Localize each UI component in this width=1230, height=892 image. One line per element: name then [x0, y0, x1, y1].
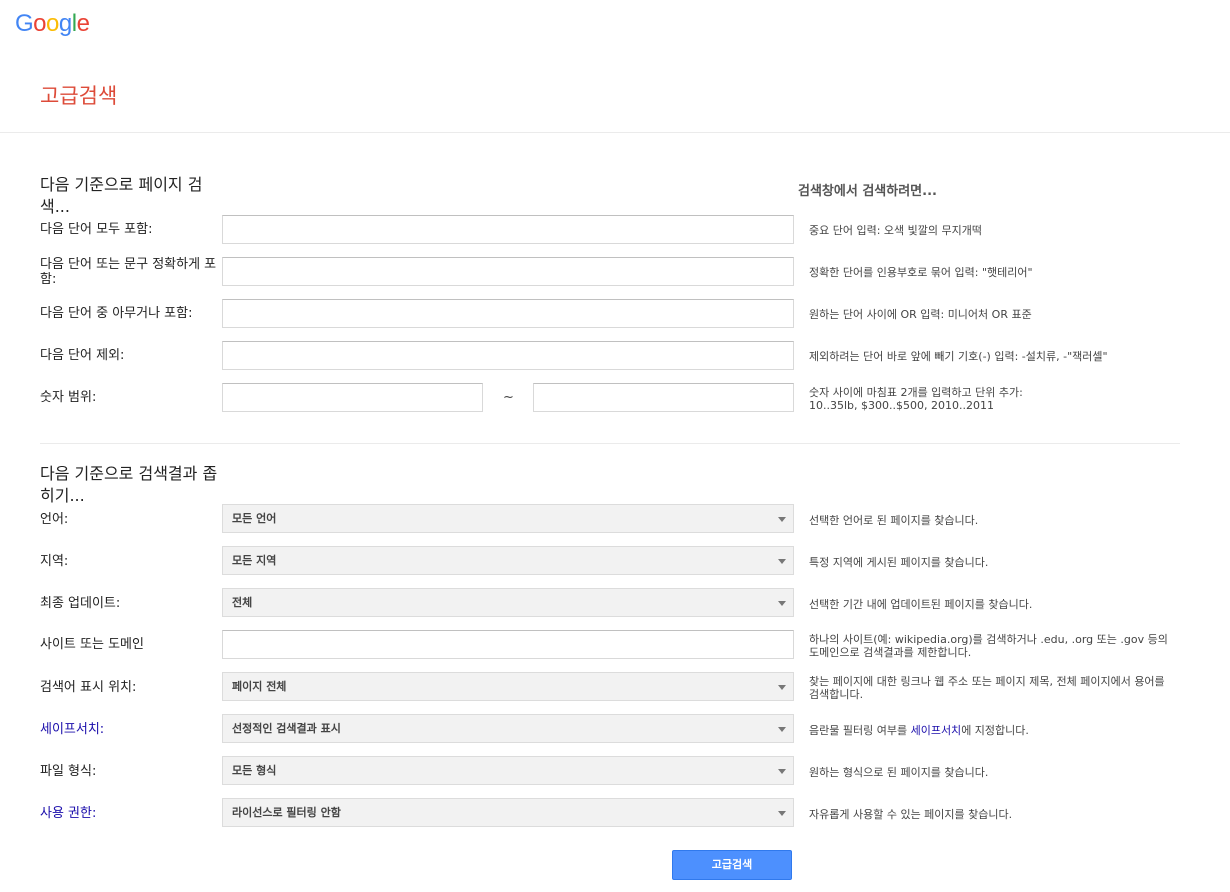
dropdown-arrow-icon: [778, 517, 786, 522]
page-title: 고급검색: [40, 84, 118, 108]
last-update-select-value: 전체: [232, 596, 253, 609]
hint-safesearch-text-end: 에 지정합니다.: [961, 724, 1029, 737]
language-select-value: 모든 언어: [232, 512, 277, 525]
hint-site-domain: 하나의 사이트(예: wikipedia.org)를 검색하거나 .edu, .…: [809, 633, 1168, 659]
usage-rights-select-value: 라이선스로 필터링 안함: [232, 806, 341, 819]
hint-number-range-line2: 10..35lb, $300..$500, 2010..2011: [809, 399, 994, 412]
side-header: 검색창에서 검색하려면...: [798, 184, 937, 199]
advanced-search-button[interactable]: 고급검색: [672, 850, 792, 880]
hint-file-type: 원하는 형식으로 된 페이지를 찾습니다.: [809, 766, 989, 779]
range-to-input[interactable]: [533, 383, 794, 412]
language-select[interactable]: 모든 언어: [222, 504, 794, 533]
hint-all-words: 중요 단어 입력: 오색 빛깔의 무지개떡: [809, 224, 982, 237]
dropdown-arrow-icon: [778, 685, 786, 690]
hint-last-update: 선택한 기간 내에 업데이트된 페이지를 찾습니다.: [809, 598, 1033, 611]
logo-letter: G: [15, 10, 34, 37]
all-words-input[interactable]: [222, 215, 794, 244]
logo-letter: o: [46, 10, 59, 37]
label-all-words: 다음 단어 모두 포함:: [40, 222, 153, 237]
section-title-narrow-results: 다음 기준으로 검색결과 좁히기...: [40, 464, 218, 505]
hint-safesearch-text: 음란물 필터링 여부를: [809, 724, 911, 737]
usage-rights-link[interactable]: 사용 권한:: [40, 806, 218, 821]
hint-usage-rights: 자유롭게 사용할 수 있는 페이지를 찾습니다.: [809, 808, 1013, 821]
dropdown-arrow-icon: [778, 559, 786, 564]
region-select[interactable]: 모든 지역: [222, 546, 794, 575]
hint-exact-phrase: 정확한 단어를 인용부호로 묶어 입력: "햇테리어": [809, 266, 1033, 279]
label-exact-phrase: 다음 단어 또는 문구 정확하게 포함:: [40, 257, 217, 287]
any-words-input[interactable]: [222, 299, 794, 328]
section-title-find-pages: 다음 기준으로 페이지 검색...: [40, 175, 203, 216]
section-divider: [40, 443, 1180, 444]
label-site-domain: 사이트 또는 도메인: [40, 637, 144, 652]
dropdown-arrow-icon: [778, 811, 786, 816]
usage-rights-select[interactable]: 라이선스로 필터링 안함: [222, 798, 794, 827]
label-region: 지역:: [40, 554, 69, 569]
region-select-value: 모든 지역: [232, 554, 277, 567]
hint-language: 선택한 언어로 된 페이지를 찾습니다.: [809, 514, 979, 527]
header-divider: [0, 132, 1230, 133]
hint-safesearch-link[interactable]: 세이프서치: [911, 724, 962, 737]
logo-letter: g: [58, 10, 72, 37]
safesearch-select[interactable]: 선정적인 검색결과 표시: [222, 714, 794, 743]
dropdown-arrow-icon: [778, 601, 786, 606]
file-type-select-value: 모든 형식: [232, 764, 277, 777]
range-from-input[interactable]: [222, 383, 483, 412]
logo-letter: e: [76, 10, 90, 37]
logo-letter: o: [33, 10, 47, 37]
exact-phrase-input[interactable]: [222, 257, 794, 286]
safesearch-link[interactable]: 세이프서치:: [40, 722, 218, 737]
label-none-words: 다음 단어 제외:: [40, 348, 125, 363]
safesearch-select-value: 선정적인 검색결과 표시: [232, 722, 341, 735]
label-last-update: 최종 업데이트:: [40, 596, 121, 611]
dropdown-arrow-icon: [778, 727, 786, 732]
terms-appear-select[interactable]: 페이지 전체: [222, 672, 794, 701]
hint-none-words: 제외하려는 단어 바로 앞에 빼기 기호(-) 입력: -설치류, -"잭러셀": [809, 350, 1108, 363]
hint-region: 특정 지역에 게시된 페이지를 찾습니다.: [809, 556, 989, 569]
site-domain-input[interactable]: [222, 630, 794, 659]
label-file-type: 파일 형식:: [40, 764, 97, 779]
file-type-select[interactable]: 모든 형식: [222, 756, 794, 785]
label-number-range: 숫자 범위:: [40, 390, 97, 405]
label-terms-appear: 검색어 표시 위치:: [40, 680, 137, 695]
google-logo[interactable]: Google: [15, 10, 90, 38]
range-separator: ~: [503, 390, 514, 405]
hint-safesearch: 음란물 필터링 여부를 세이프서치에 지정합니다.: [809, 724, 1189, 737]
last-update-select[interactable]: 전체: [222, 588, 794, 617]
terms-appear-select-value: 페이지 전체: [232, 680, 287, 693]
label-any-words: 다음 단어 중 아무거나 포함:: [40, 306, 193, 321]
hint-terms-appear: 찾는 페이지에 대한 링크나 웹 주소 또는 페이지 제목, 전체 페이지에서 …: [809, 675, 1165, 701]
hint-number-range: 숫자 사이에 마침표 2개를 입력하고 단위 추가: 10..35lb, $30…: [809, 386, 1189, 412]
hint-any-words: 원하는 단어 사이에 OR 입력: 미니어처 OR 표준: [809, 308, 1032, 321]
none-words-input[interactable]: [222, 341, 794, 370]
label-language: 언어:: [40, 512, 69, 527]
hint-number-range-line1: 숫자 사이에 마침표 2개를 입력하고 단위 추가:: [809, 386, 1023, 399]
dropdown-arrow-icon: [778, 769, 786, 774]
